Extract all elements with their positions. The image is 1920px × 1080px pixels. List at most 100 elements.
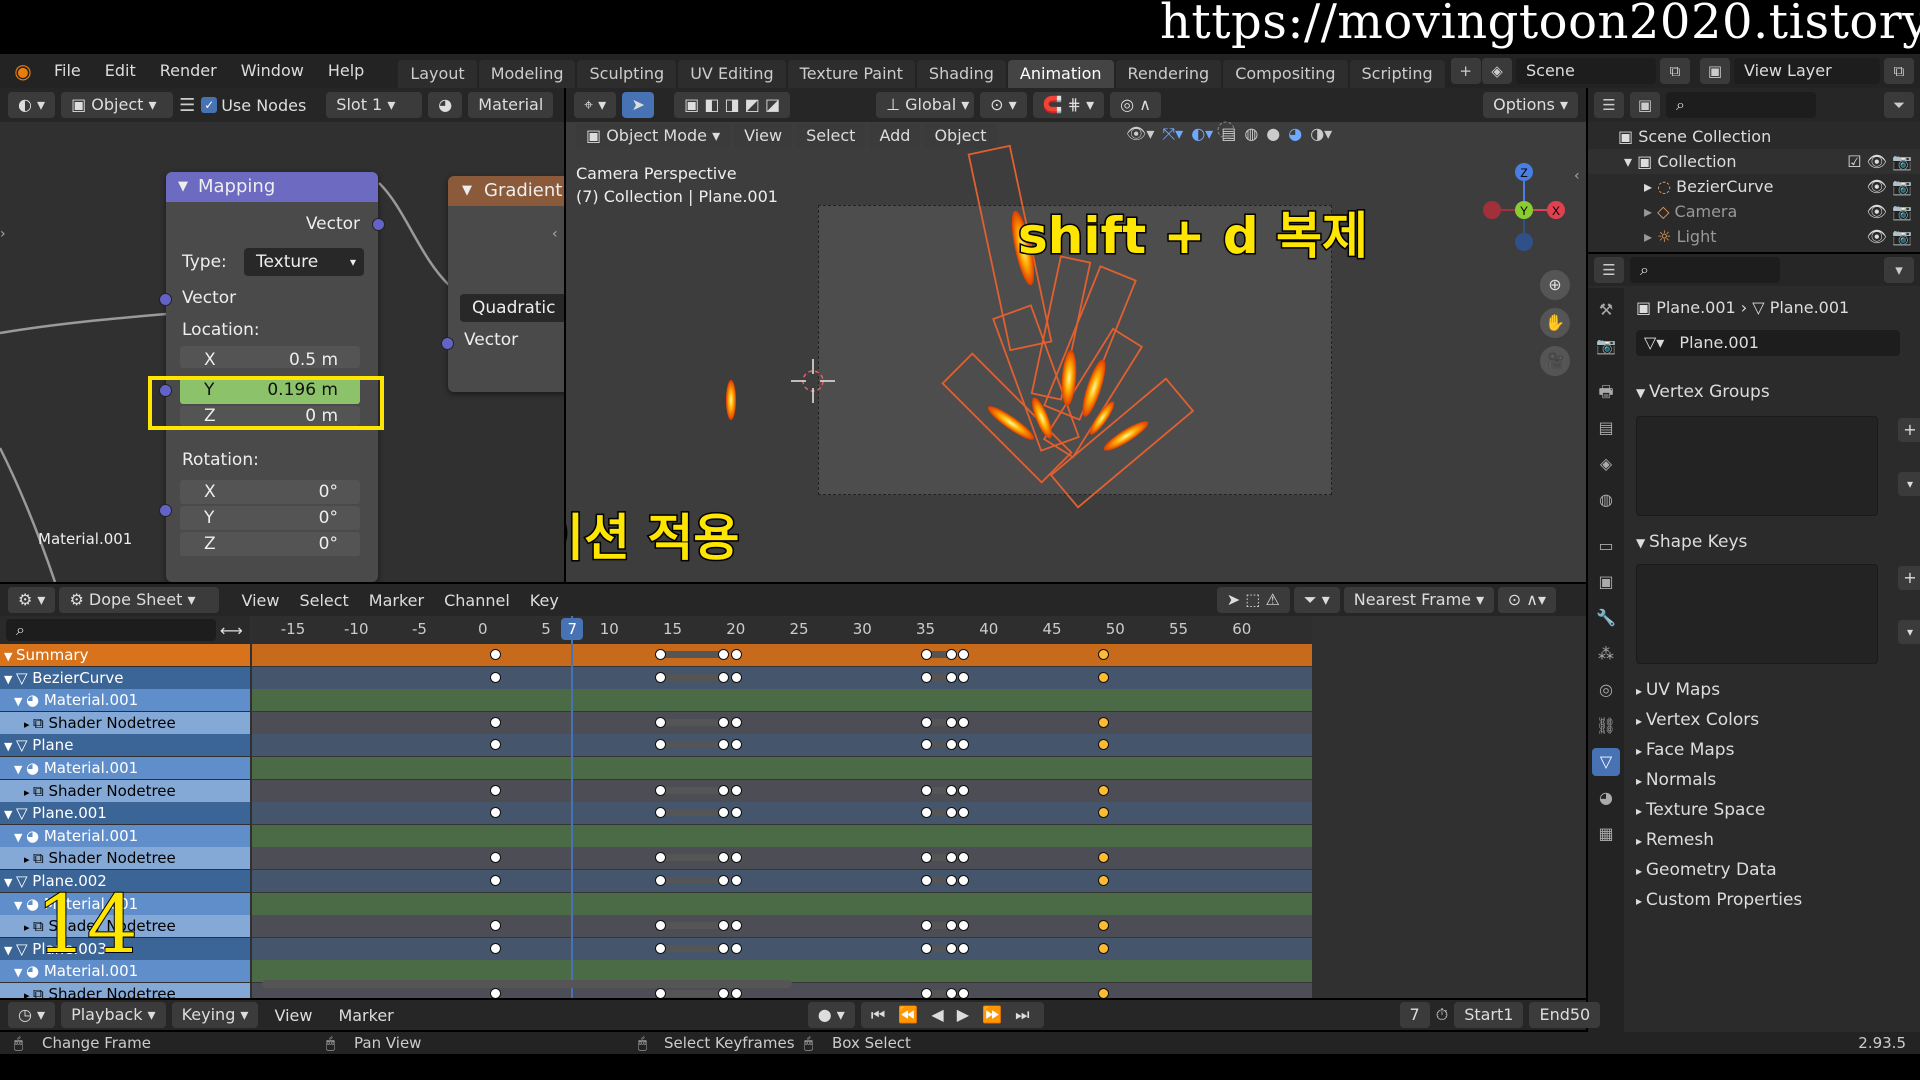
keyframe[interactable] bbox=[958, 807, 970, 819]
keyframe[interactable] bbox=[490, 671, 502, 683]
footer-marker-menu[interactable]: Marker bbox=[328, 1006, 403, 1025]
keyframe[interactable] bbox=[730, 739, 742, 751]
keyframe[interactable] bbox=[920, 942, 932, 954]
keyframe[interactable] bbox=[490, 739, 502, 751]
dopesheet-menu-select[interactable]: Select bbox=[289, 591, 358, 610]
tab-texture-paint[interactable]: Texture Paint bbox=[787, 60, 915, 88]
expand-icon[interactable]: ▼ bbox=[4, 650, 16, 663]
tab-rendering[interactable]: Rendering bbox=[1115, 60, 1222, 88]
channel-material[interactable]: ▼ ◕ Material.001 bbox=[0, 689, 250, 712]
vertex-groups-list[interactable] bbox=[1636, 416, 1878, 516]
menu-file[interactable]: File bbox=[42, 54, 93, 88]
section-texture-space[interactable]: ▸ Texture Space bbox=[1636, 800, 1765, 820]
keyframe[interactable] bbox=[654, 920, 666, 932]
tab-animation[interactable]: Animation bbox=[1007, 60, 1114, 88]
keyframe[interactable] bbox=[490, 852, 502, 864]
keyframe[interactable] bbox=[654, 716, 666, 728]
frame-ruler[interactable]: -15 -10 -5 0 5 10 15 20 25 30 35 40 45 50 55 60 bbox=[252, 616, 1312, 644]
expand-icon[interactable]: ▸ bbox=[24, 921, 33, 934]
keyframe[interactable] bbox=[1097, 988, 1109, 998]
tab-compositing[interactable]: Compositing bbox=[1223, 60, 1348, 88]
current-frame-field[interactable]: 7 bbox=[1399, 1002, 1430, 1028]
mapping-node-header[interactable]: ▼ Mapping bbox=[166, 172, 378, 202]
expand-icon[interactable]: ▼ bbox=[4, 876, 16, 889]
visibility-icons[interactable]: 👁 📷 bbox=[1867, 224, 1912, 249]
section-remesh[interactable]: ▸ Remesh bbox=[1636, 830, 1714, 850]
channel-tree[interactable]: ▸ ⧉ Shader Nodetree bbox=[0, 779, 250, 802]
snap-dropdown[interactable]: Nearest Frame ▾ bbox=[1343, 587, 1494, 613]
keyframe[interactable] bbox=[730, 784, 742, 796]
gradient-node-header[interactable]: ▼ Gradient bbox=[448, 176, 564, 206]
expand-icon[interactable]: ▸ bbox=[1644, 177, 1657, 196]
keyframe[interactable] bbox=[920, 716, 932, 728]
expand-icon[interactable]: ▼ bbox=[4, 944, 16, 957]
playhead[interactable] bbox=[571, 616, 574, 998]
keyframe[interactable] bbox=[718, 671, 730, 683]
filter-icon[interactable]: ⏷ bbox=[1884, 92, 1914, 118]
zoom-icon[interactable]: ⊕ bbox=[1540, 270, 1570, 300]
keyframe[interactable] bbox=[718, 716, 730, 728]
expand-icon[interactable]: ▼ bbox=[14, 831, 26, 844]
menu-edit[interactable]: Edit bbox=[93, 54, 148, 88]
channel-object[interactable]: ▼ ▽ Plane.001 bbox=[0, 802, 250, 825]
editor-type-icon[interactable]: ◷ ▾ bbox=[8, 1002, 56, 1028]
expand-icon[interactable]: ▸ bbox=[24, 786, 33, 799]
keyframe[interactable] bbox=[654, 807, 666, 819]
footer-view-menu[interactable]: View bbox=[264, 1006, 322, 1025]
vector-input-socket[interactable] bbox=[159, 293, 172, 306]
options-icon[interactable]: ▾ bbox=[1884, 257, 1914, 283]
properties-tab-modifiers-icon[interactable]: 🔧 bbox=[1592, 604, 1620, 632]
rotation-x-field[interactable]: X 0° bbox=[180, 480, 360, 504]
keyframe[interactable] bbox=[920, 807, 932, 819]
keyframe[interactable] bbox=[1097, 920, 1109, 932]
add-vertex-group-button[interactable]: + bbox=[1898, 418, 1920, 442]
record-button[interactable]: ● ▾ bbox=[807, 1002, 855, 1028]
expand-icon[interactable]: ▼ bbox=[14, 695, 26, 708]
keyframe[interactable] bbox=[958, 739, 970, 751]
properties-tab-data-icon[interactable]: ▽ bbox=[1592, 748, 1620, 776]
3d-viewport[interactable]: ⌖ ▾ ➤ ▣ ◧ ◨ ◩ ◪ ⊥ Global ▾ ⊙ ▾ 🧲 ⋕ ▾ ◎ ∧… bbox=[566, 88, 1586, 582]
expand-icon[interactable]: ▸ bbox=[24, 853, 33, 866]
keyframe[interactable] bbox=[1097, 852, 1109, 864]
gradient-vector-socket[interactable] bbox=[441, 337, 454, 350]
keyframe[interactable] bbox=[490, 807, 502, 819]
sidebar-toggle-icon[interactable]: › bbox=[0, 226, 6, 242]
tab-modeling[interactable]: Modeling bbox=[478, 60, 576, 88]
expand-icon[interactable]: ▾ bbox=[1624, 152, 1637, 171]
channel-tree[interactable]: ▸ ⧉ Shader Nodetree bbox=[0, 847, 250, 870]
menu-window[interactable]: Window bbox=[229, 54, 316, 88]
filter-dropdown[interactable]: ⏷ ▾ bbox=[1293, 587, 1340, 613]
keyframe[interactable] bbox=[1097, 716, 1109, 728]
properties-tab-tool-icon[interactable]: ⚒ bbox=[1592, 296, 1620, 324]
vertex-group-menu-button[interactable]: ▾ bbox=[1898, 472, 1920, 496]
properties-tab-collection-icon[interactable]: ▭ bbox=[1592, 532, 1620, 560]
pan-hand-icon[interactable]: ✋ bbox=[1540, 308, 1570, 338]
keyframe[interactable] bbox=[945, 716, 957, 728]
expand-icon[interactable]: ▸ bbox=[1644, 227, 1657, 246]
keyframe[interactable] bbox=[490, 649, 502, 660]
keyframe[interactable] bbox=[730, 671, 742, 683]
keyframe[interactable] bbox=[490, 875, 502, 886]
collapse-icon[interactable]: ▼ bbox=[178, 172, 188, 202]
visibility-icons[interactable]: 👁 📷 bbox=[1867, 174, 1912, 199]
keyframe[interactable] bbox=[920, 671, 932, 683]
location-x-field[interactable]: X 0.5 m bbox=[180, 346, 360, 368]
keyframe[interactable] bbox=[958, 649, 970, 660]
rotation-socket[interactable] bbox=[159, 504, 172, 517]
keyframe[interactable] bbox=[1097, 739, 1109, 751]
keyframe[interactable] bbox=[945, 671, 957, 683]
sidebar-toggle-icon[interactable]: ‹ bbox=[1574, 168, 1580, 184]
keyframe-area[interactable]: -15 -10 -5 0 5 10 15 20 25 30 35 40 45 50 55 60 7 bbox=[252, 616, 1312, 998]
new-view-layer-icon[interactable]: ⧉ bbox=[1884, 58, 1914, 84]
expand-icon[interactable]: ▼ bbox=[14, 966, 26, 979]
keyframe[interactable] bbox=[490, 942, 502, 954]
type-dropdown[interactable]: Texture ▾ bbox=[244, 248, 364, 276]
keyframe[interactable] bbox=[718, 649, 730, 660]
start-frame-field[interactable]: Start 1 bbox=[1454, 1002, 1524, 1028]
keyframe[interactable] bbox=[920, 988, 932, 998]
section-custom-properties[interactable]: ▸ Custom Properties bbox=[1636, 890, 1802, 910]
outliner-search[interactable]: ⌕ bbox=[1666, 92, 1816, 118]
section-face-maps[interactable]: ▸ Face Maps bbox=[1636, 740, 1734, 760]
keyframe[interactable] bbox=[945, 988, 957, 998]
keyframe[interactable] bbox=[654, 988, 666, 998]
